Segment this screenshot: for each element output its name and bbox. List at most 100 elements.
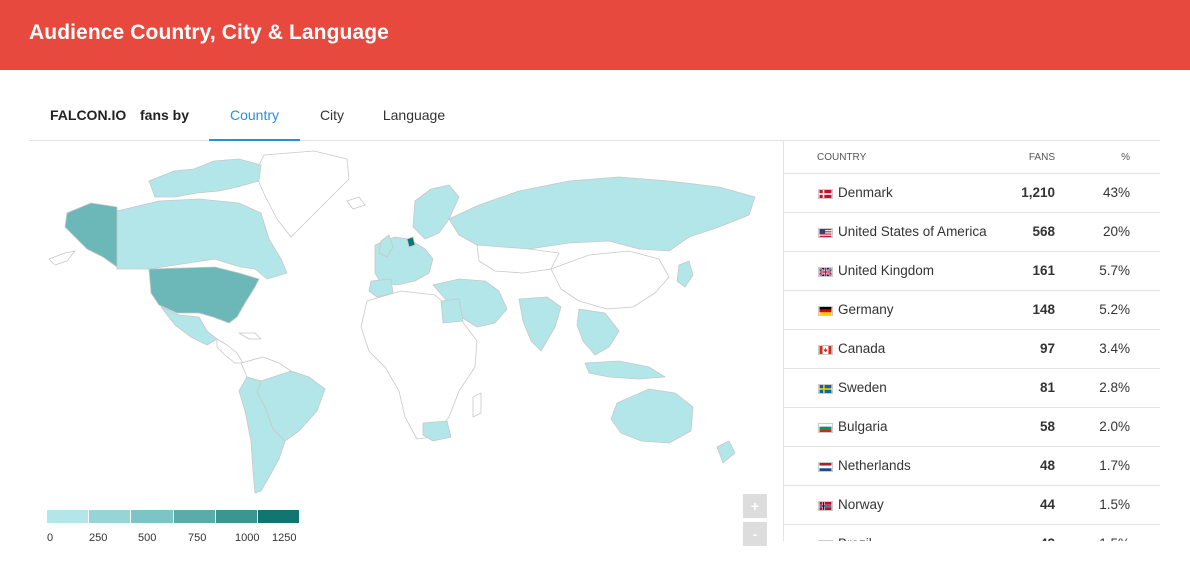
- table-header: COUNTRY FANS %: [784, 141, 1160, 174]
- fans-percent: 3.4%: [1099, 341, 1130, 356]
- table-row[interactable]: United States of America 568 20%: [784, 213, 1160, 252]
- fans-count: 148: [1032, 302, 1055, 317]
- germany-flag-icon: [818, 306, 833, 316]
- country-name: Netherlands: [838, 458, 911, 473]
- tab-bar: FALCON.IO fans by Country City Language: [29, 94, 1160, 141]
- caribbean-shape: [238, 332, 262, 340]
- iceland-shape: [346, 196, 366, 210]
- fans-count: 81: [1039, 380, 1055, 395]
- fans-count: 1,210: [1021, 185, 1055, 200]
- zoom-in-button[interactable]: +: [743, 494, 767, 518]
- canada-islands-shape: [148, 158, 262, 198]
- tab-language[interactable]: Language: [376, 94, 452, 141]
- country-name: Norway: [838, 497, 884, 512]
- world-map-svg[interactable]: [29, 141, 783, 541]
- greenland-shape: [254, 150, 350, 238]
- fans-count: 58: [1039, 419, 1055, 434]
- world-map[interactable]: [29, 141, 783, 541]
- fans-count: 43: [1040, 536, 1055, 541]
- sweden-flag-icon: [818, 384, 833, 394]
- table-row[interactable]: Germany 148 5.2%: [784, 291, 1160, 330]
- central-asia-shape: [476, 244, 560, 274]
- scandinavia-shape: [412, 184, 460, 240]
- tab-country[interactable]: Country: [209, 94, 300, 141]
- netherlands-flag-icon: [818, 462, 833, 472]
- se-asia-shape: [576, 308, 620, 356]
- fans-count: 568: [1032, 224, 1055, 239]
- legend-swatch: [89, 510, 132, 523]
- legend-swatch: [215, 510, 258, 523]
- fans-percent: 20%: [1102, 224, 1130, 239]
- legend-swatch: [257, 510, 300, 523]
- russia-shape: [448, 176, 756, 252]
- table-row[interactable]: Bulgaria 58 2.0%: [784, 408, 1160, 447]
- fans-count: 48: [1039, 458, 1055, 473]
- fans-percent: 1.5%: [1099, 497, 1130, 512]
- table-row[interactable]: Canada 97 3.4%: [784, 330, 1160, 369]
- country-table: COUNTRY FANS % Denmark 1,210 43% United Sta…: [784, 141, 1160, 541]
- egypt-shape: [440, 298, 464, 324]
- japan-shape: [676, 260, 694, 288]
- legend-tick: 1000: [235, 532, 260, 544]
- fans-percent: 1.5%: [1099, 536, 1130, 541]
- page-title: Audience Country, City & Language: [29, 21, 389, 44]
- country-name: Canada: [838, 341, 886, 356]
- country-name: Denmark: [838, 185, 893, 200]
- page-header: Audience Country, City & Language: [0, 0, 1190, 70]
- legend-tick: 0: [47, 532, 54, 544]
- brand-name: FALCON.IO: [50, 107, 127, 123]
- bulgaria-flag-icon: [818, 423, 833, 433]
- indonesia-shape: [584, 360, 666, 380]
- alaska-tail-shape: [48, 250, 76, 266]
- table-row[interactable]: Sweden 81 2.8%: [784, 369, 1160, 408]
- table-row[interactable]: United Kingdom 161 5.7%: [784, 252, 1160, 291]
- table-row[interactable]: Brazil 43 1.5%: [784, 525, 1160, 541]
- table-row[interactable]: Denmark 1,210 43%: [784, 174, 1160, 213]
- country-name: United Kingdom: [838, 263, 935, 278]
- country-name: United States of America: [838, 224, 987, 239]
- usa-flag-icon: [818, 228, 833, 238]
- fans-percent: 1.7%: [1099, 458, 1130, 473]
- legend-swatch: [47, 510, 90, 523]
- china-shape: [550, 250, 670, 310]
- country-name: Sweden: [838, 380, 887, 395]
- alaska-shape: [64, 202, 118, 268]
- madagascar-shape: [472, 392, 482, 418]
- legend-swatch: [173, 510, 216, 523]
- usa-shape: [148, 266, 260, 324]
- india-shape: [518, 296, 562, 352]
- table-row[interactable]: Norway 44 1.5%: [784, 486, 1160, 525]
- fans-percent: 5.7%: [1099, 263, 1130, 278]
- fans-count: 97: [1039, 341, 1055, 356]
- fans-percent: 2.0%: [1099, 419, 1130, 434]
- canada-flag-icon: [818, 345, 833, 355]
- column-header-pct[interactable]: %: [1121, 152, 1130, 163]
- country-name: Bulgaria: [838, 419, 888, 434]
- norway-flag-icon: [818, 501, 833, 511]
- australia-shape: [610, 388, 694, 444]
- country-name: Germany: [838, 302, 894, 317]
- brazil-flag-icon: [818, 540, 833, 541]
- legend-tick: 1250: [272, 532, 297, 544]
- column-header-country[interactable]: COUNTRY: [817, 152, 866, 163]
- zoom-out-button[interactable]: -: [743, 522, 767, 546]
- legend-swatch: [131, 510, 174, 523]
- fans-percent: 43%: [1102, 185, 1130, 200]
- table-row[interactable]: Netherlands 48 1.7%: [784, 447, 1160, 486]
- fans-count: 44: [1039, 497, 1055, 512]
- fans-by-label: fans by: [140, 107, 190, 123]
- legend-tick: 250: [89, 532, 108, 544]
- legend-ticks: 0 250 500 750 1000 1250: [47, 532, 307, 546]
- legend-tick: 500: [138, 532, 157, 544]
- uk-flag-icon: [818, 267, 833, 277]
- new-zealand-shape: [716, 440, 736, 464]
- legend-tick: 750: [188, 532, 207, 544]
- fans-percent: 5.2%: [1099, 302, 1130, 317]
- tab-city[interactable]: City: [305, 94, 359, 141]
- central-america-shape: [216, 338, 244, 364]
- fans-count: 161: [1032, 263, 1055, 278]
- country-name: Brazil: [838, 536, 872, 541]
- column-header-fans[interactable]: FANS: [1029, 152, 1055, 163]
- fans-percent: 2.8%: [1099, 380, 1130, 395]
- denmark-flag-icon: [818, 189, 833, 199]
